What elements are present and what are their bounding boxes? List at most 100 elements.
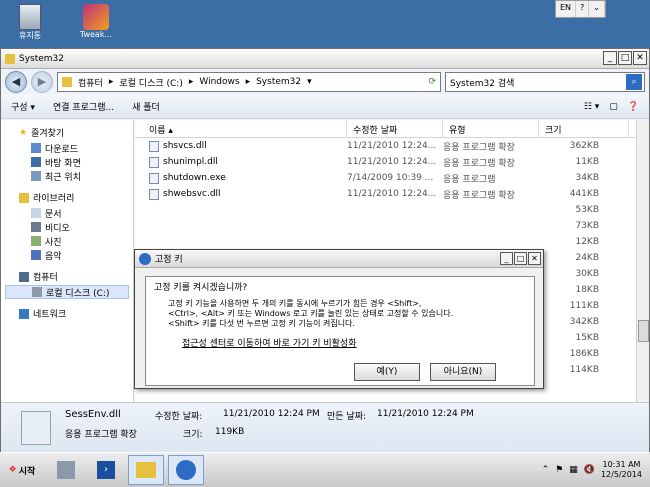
open-with-button[interactable]: 연결 프로그램... xyxy=(53,100,114,113)
dialog-body: 고정 키를 켜시겠습니까? 고정 키 기능을 사용하면 두 개의 키를 동시에 … xyxy=(145,276,535,386)
table-row[interactable]: 53KB xyxy=(135,202,638,218)
langbar-options-icon[interactable]: ⌄ xyxy=(589,1,605,17)
nav-item-local-disk[interactable]: 로컬 디스크 (C:) xyxy=(5,285,129,299)
column-date[interactable]: 수정한 날짜 xyxy=(347,120,443,137)
window-titlebar[interactable]: System32 _ □ ✕ xyxy=(1,49,649,69)
preview-pane-icon[interactable]: ▢ xyxy=(609,102,618,112)
details-filename: SessEnv.dll xyxy=(65,409,121,420)
server-manager-button[interactable] xyxy=(48,455,84,485)
language-indicator[interactable]: EN xyxy=(556,1,577,17)
file-date: 7/14/2009 10:39 ... xyxy=(347,173,434,183)
vertical-scrollbar[interactable] xyxy=(636,120,649,402)
table-row[interactable]: 73KB xyxy=(135,218,638,234)
pictures-icon xyxy=(31,236,41,246)
favorites-header[interactable]: ★ 즐겨찾기 xyxy=(5,126,129,140)
language-bar[interactable]: EN ? ⌄ xyxy=(555,0,606,18)
breadcrumb-item[interactable]: 컴퓨터 xyxy=(78,76,103,89)
sticky-keys-taskbar-button[interactable] xyxy=(168,455,204,485)
file-size: 111KB xyxy=(569,301,599,311)
downloads-icon xyxy=(31,143,41,153)
search-box[interactable]: System32 검색 ⌕ xyxy=(445,72,645,92)
libraries-header[interactable]: 라이브러리 xyxy=(5,191,129,204)
column-type[interactable]: 유형 xyxy=(443,120,539,137)
tweak-icon xyxy=(83,4,109,30)
help-icon[interactable]: ? xyxy=(576,1,590,17)
recycle-bin-desktop-icon[interactable]: 휴지통 xyxy=(8,4,52,41)
breadcrumb-item[interactable]: Windows xyxy=(199,77,239,87)
nav-item-desktop[interactable]: 바탕 화면 xyxy=(5,155,129,169)
search-input[interactable]: System32 검색 xyxy=(450,76,514,89)
nav-item-videos[interactable]: 비디오 xyxy=(5,220,129,234)
dialog-titlebar[interactable]: 고정 키 _ □ ✕ xyxy=(135,250,543,268)
folder-icon xyxy=(62,77,72,87)
view-options-icon[interactable]: ☷ ▾ xyxy=(584,102,599,112)
nav-item-documents[interactable]: 문서 xyxy=(5,206,129,220)
explorer-taskbar-button[interactable] xyxy=(128,455,164,485)
network-tray-icon[interactable]: ▦ xyxy=(569,465,578,475)
search-icon[interactable]: ⌕ xyxy=(626,74,642,90)
recycle-bin-icon xyxy=(19,4,41,30)
scrollbar-thumb[interactable] xyxy=(638,320,649,342)
table-row[interactable]: shwebsvc.dll 11/21/2010 12:24... 응용 프로그램 확… xyxy=(135,186,638,202)
taskbar: ❖ 시작 › ⌃ ⚑ ▦ 🔇 10:31 AM 12/5/2014 xyxy=(0,452,650,487)
dialog-question: 고정 키를 켜시겠습니까? xyxy=(154,283,248,293)
minimize-button[interactable]: _ xyxy=(603,51,617,65)
nav-item-recent[interactable]: 최근 위치 xyxy=(5,169,129,183)
network-header[interactable]: 네트워크 xyxy=(5,307,129,320)
nav-item-downloads[interactable]: 다운로드 xyxy=(5,141,129,155)
new-folder-button[interactable]: 새 폴더 xyxy=(132,100,160,113)
column-size[interactable]: 크기 xyxy=(539,120,629,137)
documents-icon xyxy=(31,208,41,218)
maximize-button[interactable]: □ xyxy=(618,51,632,65)
breadcrumb-item[interactable]: System32 xyxy=(256,77,301,87)
accessibility-icon xyxy=(176,460,196,480)
computer-header[interactable]: 컴퓨터 xyxy=(5,270,129,283)
dialog-minimize-button[interactable]: _ xyxy=(500,252,513,265)
table-row[interactable]: 12KB xyxy=(135,234,638,250)
nav-item-music[interactable]: 음악 xyxy=(5,248,129,262)
forward-button[interactable]: ▶ xyxy=(31,71,53,93)
column-name[interactable]: 이름 ▴ xyxy=(135,120,347,137)
file-size: 12KB xyxy=(575,237,599,247)
file-date: 11/21/2010 12:24... xyxy=(347,141,437,151)
file-type: 응용 프로그램 확장 xyxy=(443,158,515,169)
back-button[interactable]: ◀ xyxy=(5,71,27,93)
details-filetype: 응용 프로그램 확장 xyxy=(65,430,137,440)
clock[interactable]: 10:31 AM 12/5/2014 xyxy=(601,460,642,480)
system-tray: ⌃ ⚑ ▦ 🔇 10:31 AM 12/5/2014 xyxy=(542,460,650,480)
dialog-maximize-button[interactable]: □ xyxy=(514,252,527,265)
yes-button[interactable]: 예(Y) xyxy=(354,363,420,381)
help-button-icon[interactable]: ❓ xyxy=(628,102,639,112)
table-row[interactable]: shsvcs.dll 11/21/2010 12:24... 응용 프로그램 확장 3… xyxy=(135,138,638,154)
action-center-flag-icon[interactable]: ⚑ xyxy=(555,465,563,475)
volume-muted-icon[interactable]: 🔇 xyxy=(584,465,595,475)
file-date: 11/21/2010 12:24... xyxy=(347,157,437,167)
powershell-button[interactable]: › xyxy=(88,455,124,485)
nav-item-pictures[interactable]: 사진 xyxy=(5,234,129,248)
dialog-close-button[interactable]: ✕ xyxy=(528,252,541,265)
breadcrumb-item[interactable]: 로컬 디스크 (C:) xyxy=(119,76,182,89)
server-manager-icon xyxy=(57,461,75,479)
powershell-icon: › xyxy=(97,461,115,479)
file-name-cell: shsvcs.dll xyxy=(135,140,347,152)
window-title: System32 xyxy=(19,53,65,64)
show-hidden-icons-icon[interactable]: ⌃ xyxy=(542,465,550,475)
refresh-icon[interactable]: ⟳ xyxy=(428,77,436,87)
details-pane: SessEnv.dll 응용 프로그램 확장 수정한 날짜: 11/21/201… xyxy=(1,402,649,452)
close-button[interactable]: ✕ xyxy=(633,51,647,65)
clock-date: 12/5/2014 xyxy=(600,470,642,479)
table-row[interactable]: shutdown.exe 7/14/2009 10:39 ... 응용 프로그램 34… xyxy=(135,170,638,186)
file-name: shwebsvc.dll xyxy=(163,189,221,199)
accessibility-icon xyxy=(139,252,151,265)
videos-icon xyxy=(31,222,41,232)
ease-of-access-link[interactable]: 접근성 센터로 이동하여 바로 가기 키 비활성화 xyxy=(154,339,526,349)
file-icon xyxy=(149,156,159,168)
start-button[interactable]: ❖ 시작 xyxy=(0,455,44,485)
file-name: shsvcs.dll xyxy=(163,141,207,151)
address-bar[interactable]: 컴퓨터 ▸ 로컬 디스크 (C:) ▸ Windows ▸ System32 ▾… xyxy=(57,72,441,92)
tweak-desktop-icon[interactable]: Tweak... xyxy=(74,4,118,39)
desktop: 휴지통 Tweak... EN ? ⌄ xyxy=(0,0,650,48)
organize-button[interactable]: 구성 ▾ xyxy=(11,100,35,113)
no-button[interactable]: 아니요(N) xyxy=(430,363,496,381)
table-row[interactable]: shunimpl.dll 11/21/2010 12:24... 응용 프로그램 확… xyxy=(135,154,638,170)
